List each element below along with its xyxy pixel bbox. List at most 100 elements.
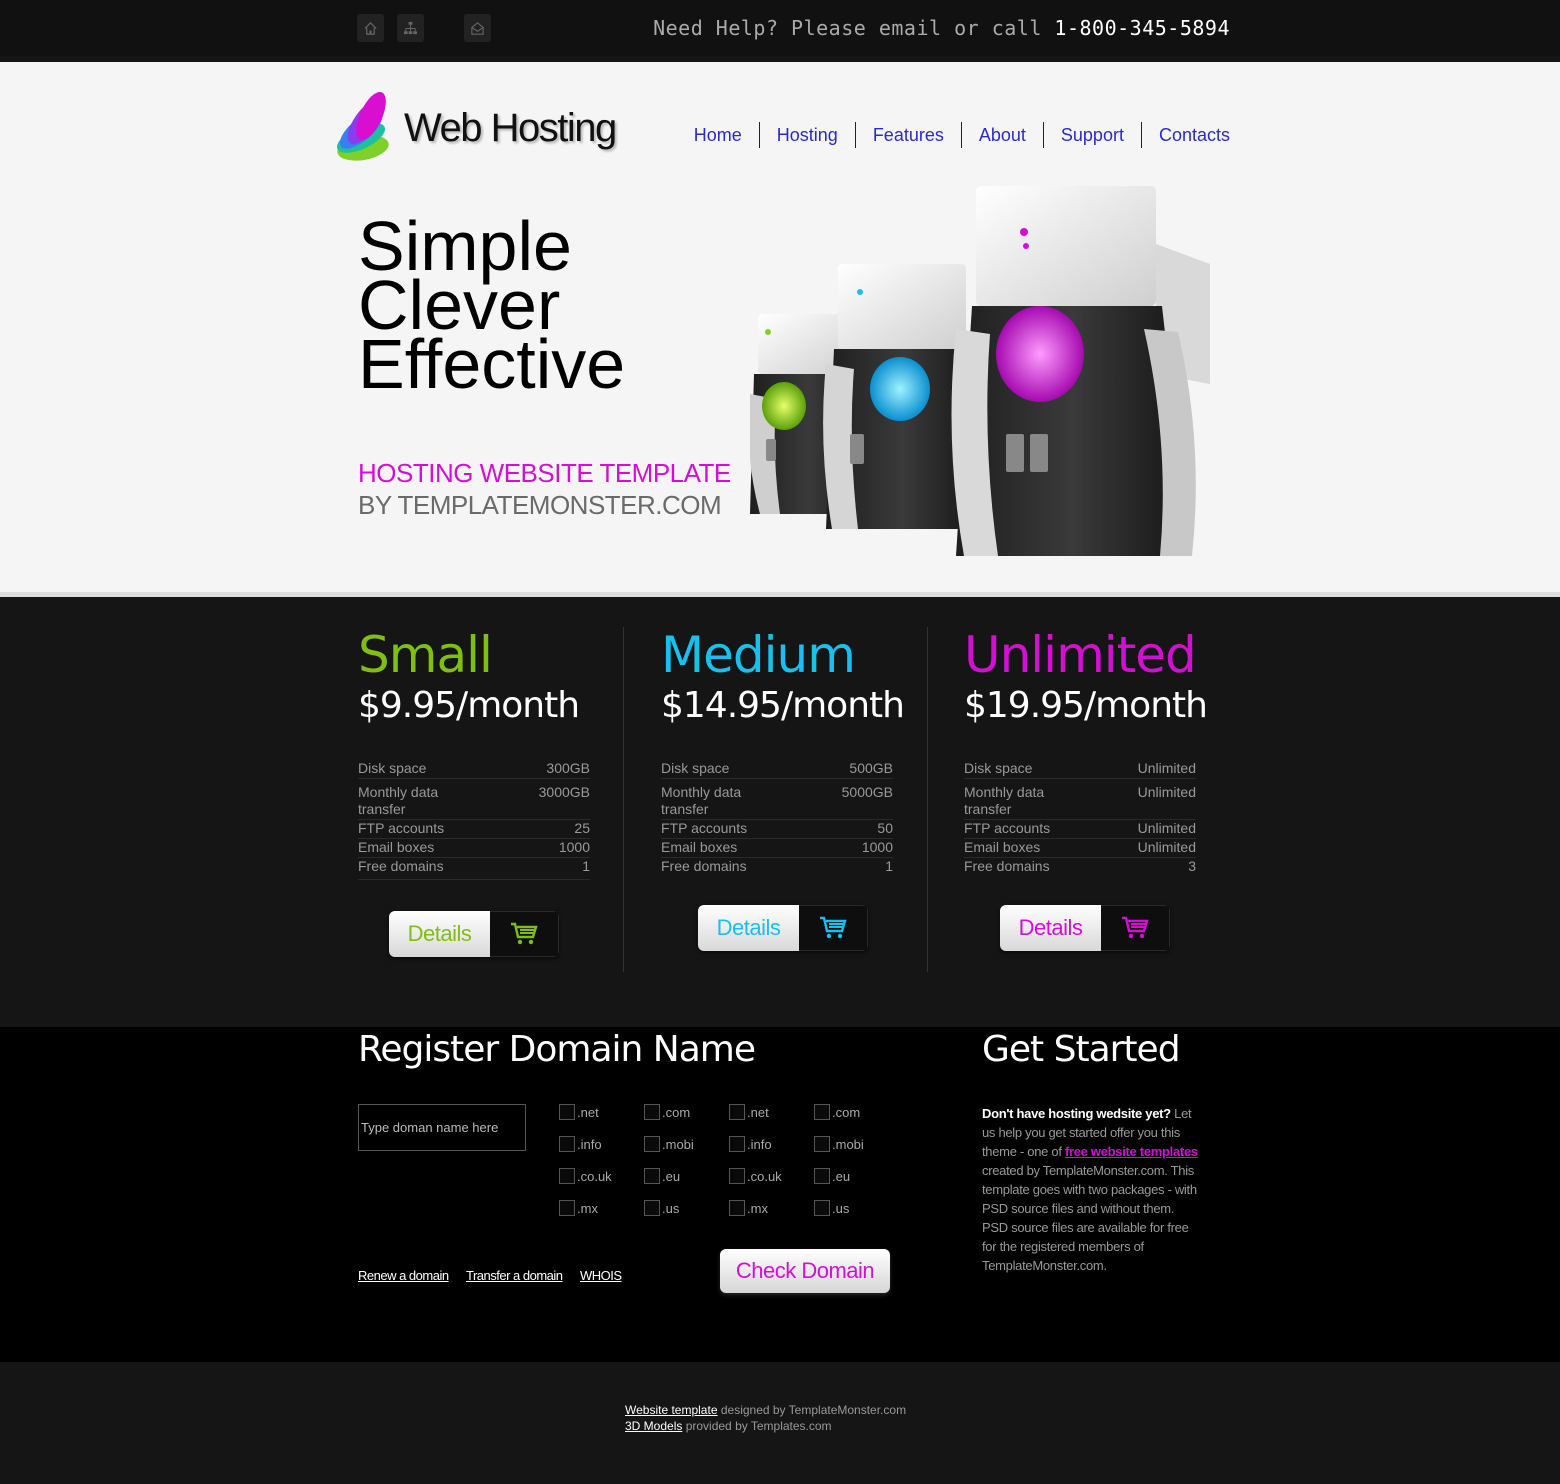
main-nav: Home Hosting Features About Support Cont… [677,122,1230,148]
tld-checkbox[interactable]: .us [644,1200,679,1216]
check-domain-button[interactable]: Check Domain [720,1249,890,1293]
nav-support[interactable]: Support [1042,122,1141,148]
checkbox[interactable] [814,1136,830,1152]
pricing-section: Small $9.95/month Disk space 300GB Monthl… [0,597,1560,1027]
spec-list: Disk space 300GB Monthly data transfer 300… [358,760,590,880]
tld-checkbox[interactable]: .com [814,1104,860,1120]
checkbox[interactable] [729,1104,745,1120]
whois-link[interactable]: WHOIS [580,1268,622,1283]
spec-list: Disk space Unlimited Monthly data transfe… [964,760,1196,876]
tld-label: .net [577,1104,599,1120]
renew-domain-link[interactable]: Renew a domain [358,1268,449,1283]
tld-checkbox[interactable]: .info [729,1136,772,1152]
spec-value: 50 [877,820,893,836]
spec-label: Monthly data transfer [964,784,1045,817]
spec-row: Free domains 1 [661,858,893,876]
tld-checkbox[interactable]: .eu [644,1168,680,1184]
spec-row: Free domains 1 [358,858,590,880]
hero-section: Web Hosting Home Hosting Features About … [0,62,1560,592]
checkbox[interactable] [814,1168,830,1184]
cart-icon [1122,916,1149,939]
tld-label: .us [832,1200,850,1216]
spec-row: Email boxes Unlimited [964,839,1196,858]
tld-label: .us [662,1200,680,1216]
spec-label: Monthly data transfer [358,784,439,817]
tld-checkbox[interactable]: .com [644,1104,690,1120]
tld-checkbox[interactable]: .net [729,1104,769,1120]
3d-models-link[interactable]: 3D Models [625,1419,682,1433]
details-button[interactable]: Details [1000,905,1101,951]
checkbox[interactable] [559,1136,575,1152]
tld-checkbox[interactable]: .mobi [644,1136,694,1152]
add-to-cart-button[interactable] [799,905,868,951]
footer: Website template designed by TemplateMon… [0,1362,1560,1484]
spec-value: 25 [574,820,590,836]
plan-divider [927,627,928,972]
checkbox[interactable] [559,1200,575,1216]
nav-contacts[interactable]: Contacts [1140,122,1230,148]
checkbox[interactable] [644,1168,660,1184]
hero-byline: BY TEMPLATEMONSTER.COM [358,490,722,520]
free-templates-link[interactable]: free website templates [1065,1144,1198,1159]
domain-section: Register Domain Name .net .com .net .com… [0,1027,1560,1362]
help-contact: Need Help? Please email or call 1-800-34… [653,16,1230,40]
plan-button-group: Details [698,905,868,951]
spec-row: Monthly data transfer 5000GB [661,779,893,820]
tld-checkbox[interactable]: .mx [729,1200,768,1216]
checkbox[interactable] [814,1104,830,1120]
hero-tagline: HOSTING WEBSITE TEMPLATE [358,458,731,488]
tld-checkbox[interactable]: .eu [814,1168,850,1184]
tld-checkbox[interactable]: .info [559,1136,602,1152]
checkbox[interactable] [814,1200,830,1216]
checkbox[interactable] [644,1136,660,1152]
nav-features[interactable]: Features [854,122,961,148]
spec-row: FTP accounts 50 [661,820,893,839]
nav-home[interactable]: Home [677,122,759,148]
phone-number[interactable]: 1-800-345-5894 [1054,16,1230,40]
tld-checkbox[interactable]: .net [559,1104,599,1120]
get-started-text-2: created by TemplateMonster.com. This tem… [982,1163,1197,1273]
cart-icon [511,922,538,945]
plan-name: Unlimited [964,626,1197,684]
tld-checkbox[interactable]: .co.uk [559,1168,612,1184]
tld-checkbox[interactable]: .us [814,1200,849,1216]
details-button[interactable]: Details [389,911,490,957]
spec-value: Unlimited [1137,784,1196,800]
spec-label: Free domains [358,858,444,874]
get-started-text: Don't have hosting wedsite yet? Let us h… [982,1104,1202,1275]
checkbox[interactable] [729,1168,745,1184]
checkbox[interactable] [559,1168,575,1184]
tld-checkbox[interactable]: .co.uk [729,1168,782,1184]
checkbox[interactable] [559,1104,575,1120]
footer-credit-1: Website template designed by TemplateMon… [625,1403,906,1417]
top-bar: Need Help? Please email or call 1-800-34… [0,0,1560,56]
website-template-link[interactable]: Website template [625,1403,718,1417]
checkbox[interactable] [729,1200,745,1216]
checkbox[interactable] [644,1104,660,1120]
checkbox[interactable] [729,1136,745,1152]
tld-checkbox[interactable]: .mobi [814,1136,864,1152]
logo-icon[interactable] [333,88,395,168]
add-to-cart-button[interactable] [490,911,559,957]
domain-search-input[interactable] [358,1104,526,1151]
mail-icon[interactable] [464,14,491,42]
sitemap-icon[interactable] [397,14,424,42]
plan-name: Medium [661,626,856,684]
details-button[interactable]: Details [698,905,799,951]
spec-row: Free domains 3 [964,858,1196,876]
add-to-cart-button[interactable] [1101,905,1170,951]
spec-value: 1 [885,858,893,874]
tld-label: .com [662,1104,691,1120]
checkbox[interactable] [644,1200,660,1216]
nav-about[interactable]: About [960,122,1043,148]
tld-label: .eu [832,1168,851,1184]
home-icon[interactable] [357,14,384,42]
plan-price: $9.95/month [358,685,580,726]
tld-label: .net [747,1104,769,1120]
get-started-intro: Don't have hosting wedsite yet? [982,1106,1171,1121]
logo-text[interactable]: Web Hosting [404,106,617,151]
spec-value: 500GB [849,760,893,776]
transfer-domain-link[interactable]: Transfer a domain [466,1268,563,1283]
nav-hosting[interactable]: Hosting [758,122,855,148]
tld-checkbox[interactable]: .mx [559,1200,598,1216]
